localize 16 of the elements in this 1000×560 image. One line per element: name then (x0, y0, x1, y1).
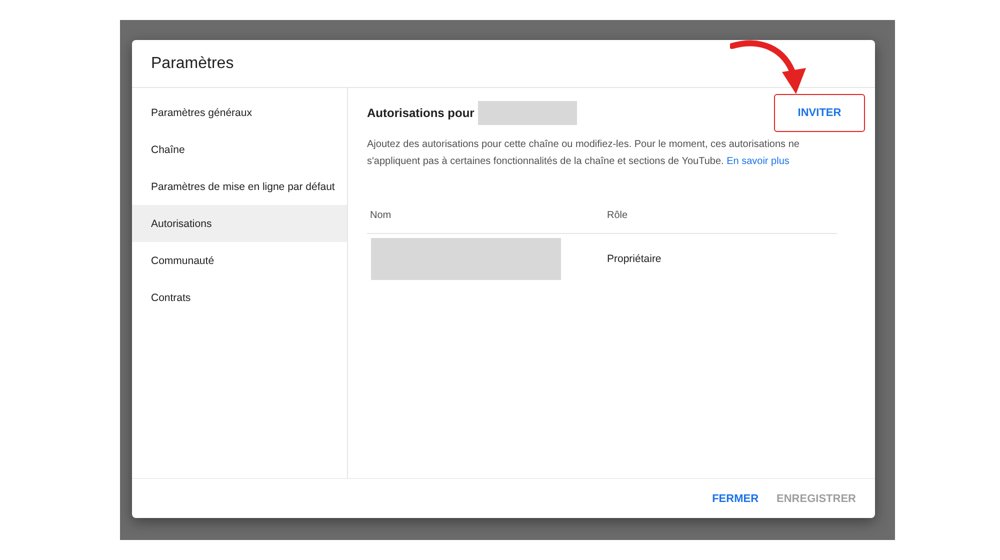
section-heading: Autorisations pour (367, 106, 474, 120)
sidebar-item[interactable]: Chaîne (132, 131, 347, 168)
table-cell-text: Propriétaire (606, 253, 662, 265)
sidebar-item[interactable]: Contrats (132, 279, 347, 316)
arrow-icon (730, 40, 806, 94)
footer-button[interactable]: FERMER (712, 492, 759, 504)
column-header: Nom (369, 210, 392, 221)
learn-more-link[interactable]: En savoir plus (726, 156, 790, 167)
column-header: Rôle (606, 210, 629, 221)
sidebar-item[interactable]: Paramètres généraux (132, 94, 347, 131)
description-text: Ajoutez des autorisations pour cette chaîne ou modifiez-les. Pour le moment, ces autorisations ne s'appliquent pas à certaines fonctionnalités de la chaîne et sections de YouTube. En savoir plus (367, 138, 800, 169)
sidebar-item[interactable]: Communauté (132, 242, 347, 279)
sidebar-item[interactable]: Paramètres de mise en ligne par défaut (132, 168, 347, 205)
sidebar-item[interactable]: Autorisations (132, 205, 347, 242)
dialog-title: Paramètres (151, 54, 234, 72)
invite-button[interactable]: INVITER (774, 94, 865, 132)
